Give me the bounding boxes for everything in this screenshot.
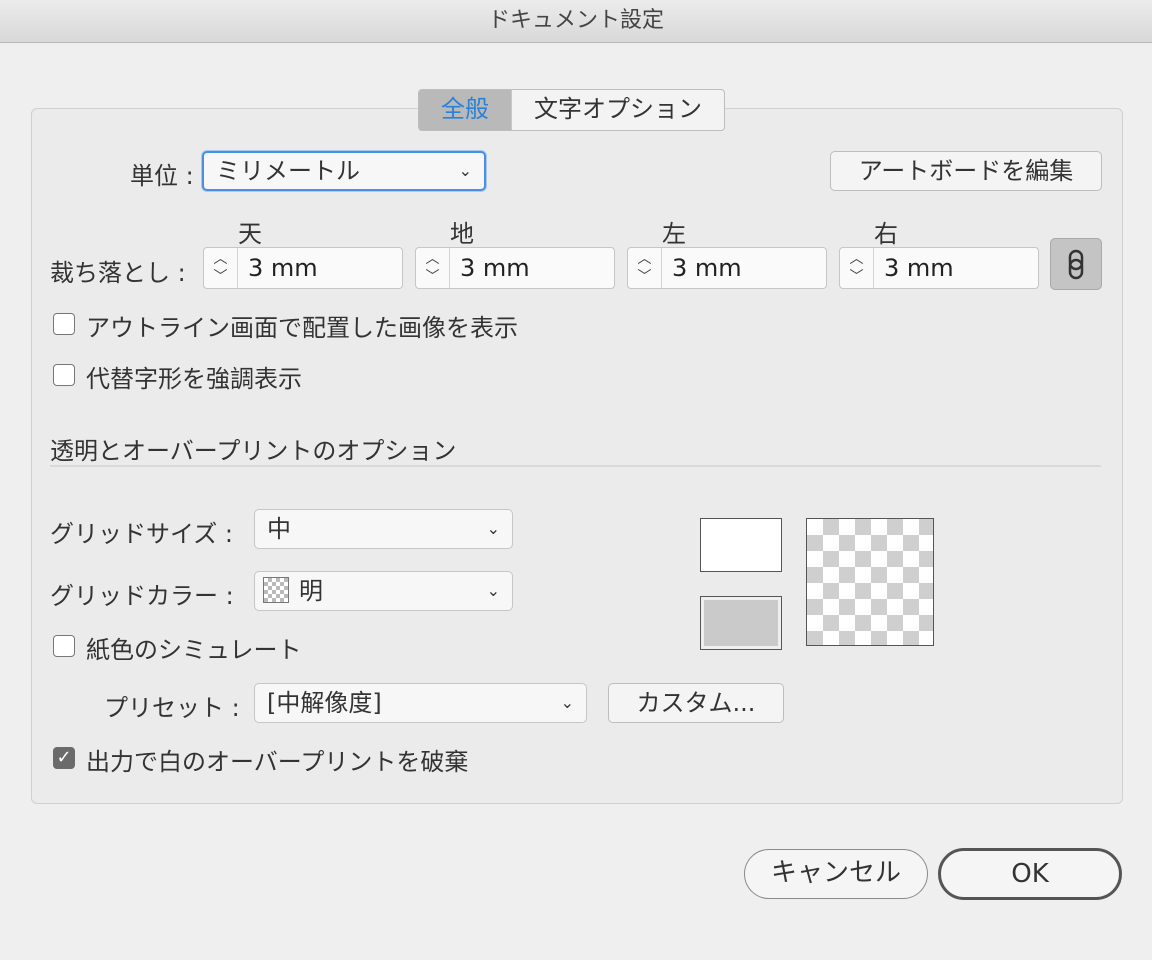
section-divider [50,465,1101,467]
grid-color-select[interactable]: 明 ⌄ [254,571,513,611]
bleed-label: 裁ち落とし : [50,259,186,287]
checker-swatch-icon [263,577,289,603]
window-title: ドキュメント設定 [0,0,1152,43]
edit-artboards-button[interactable]: アートボードを編集 [830,151,1102,191]
stepper-arrows-icon[interactable]: ︿ ﹀ [204,248,238,288]
bleed-top-value: 3 mm [248,254,318,282]
tab-general[interactable]: 全般 [419,90,511,130]
bleed-bottom-field[interactable]: ︿ ﹀ 3 mm [415,247,615,289]
grid-size-value: 中 [267,515,291,543]
paper-color-swatch[interactable] [700,518,782,572]
units-select[interactable]: ミリメートル ⌄ [202,151,486,191]
link-bleed-button[interactable] [1050,238,1102,290]
chevron-down-icon: ⌄ [560,693,574,712]
grid-color-label: グリッドカラー : [50,582,234,610]
transparency-grid-preview [806,518,934,646]
chevron-down-icon: ⌄ [458,161,472,180]
bleed-right-header: 右 [874,220,898,248]
highlight-glyphs-checkbox[interactable] [53,364,75,386]
stepper-arrows-icon[interactable]: ︿ ﹀ [416,248,450,288]
grid-size-label: グリッドサイズ : [50,520,233,548]
stepper-arrows-icon[interactable]: ︿ ﹀ [840,248,874,288]
bleed-right-field[interactable]: ︿ ﹀ 3 mm [839,247,1039,289]
simulate-paper-label: 紙色のシミュレート [86,636,302,664]
bleed-top-field[interactable]: ︿ ﹀ 3 mm [203,247,403,289]
bleed-bottom-value: 3 mm [460,254,530,282]
stepper-arrows-icon[interactable]: ︿ ﹀ [628,248,662,288]
chevron-down-icon: ⌄ [486,581,500,600]
highlight-glyphs-label: 代替字形を強調表示 [86,365,302,393]
grid-color-value: 明 [299,577,323,605]
grid-color-swatch[interactable] [700,596,782,650]
custom-button[interactable]: カスタム... [608,683,784,723]
discard-white-overprint-label: 出力で白のオーバープリントを破棄 [86,748,469,776]
tab-bar: 全般 文字オプション [418,89,725,131]
units-label: 単位 : [130,162,194,190]
chevron-down-icon: ⌄ [486,519,500,538]
discard-white-overprint-checkbox[interactable]: ✓ [53,747,75,769]
ok-button[interactable]: OK [938,848,1122,900]
bleed-left-field[interactable]: ︿ ﹀ 3 mm [627,247,827,289]
preset-value: [中解像度] [267,689,382,717]
simulate-paper-checkbox[interactable] [53,635,75,657]
tab-text-options[interactable]: 文字オプション [511,90,724,130]
transparency-section-title: 透明とオーバープリントのオプション [50,437,457,465]
preset-select[interactable]: [中解像度] ⌄ [254,683,587,723]
bleed-left-value: 3 mm [672,254,742,282]
show-images-outline-label: アウトライン画面で配置した画像を表示 [86,314,518,342]
chain-link-icon [1068,249,1084,280]
bleed-left-header: 左 [662,220,686,248]
units-value: ミリメートル [216,157,360,185]
show-images-outline-checkbox[interactable] [53,313,75,335]
bleed-right-value: 3 mm [884,254,954,282]
bleed-top-header: 天 [238,220,262,248]
checkmark-icon: ✓ [56,747,72,768]
cancel-button[interactable]: キャンセル [744,849,928,899]
preset-label: プリセット : [104,694,240,722]
grid-size-select[interactable]: 中 ⌄ [254,509,513,549]
bleed-bottom-header: 地 [450,220,474,248]
